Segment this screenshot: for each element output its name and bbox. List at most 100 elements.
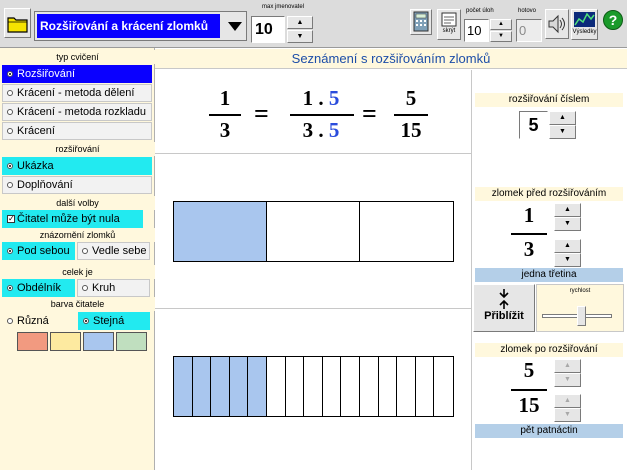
checkbox-icon: ✓: [7, 214, 15, 223]
radio-icon: [7, 71, 13, 77]
color-swatch-yellow[interactable]: [50, 332, 81, 351]
calculator-icon: [413, 11, 429, 32]
after-numerator-down: ▼: [554, 373, 581, 387]
after-denominator: 15: [518, 393, 540, 417]
exercise-type-reduce[interactable]: Krácení: [2, 122, 152, 140]
exercise-type-reduce-factorization[interactable]: Krácení - metoda rozkladu: [2, 103, 152, 121]
radio-icon: [7, 285, 13, 291]
exercise-type-reduce-division[interactable]: Krácení - metoda dělení: [2, 84, 152, 102]
whole-heading: celek je: [0, 265, 155, 279]
done-field: 0: [516, 19, 542, 42]
before-denominator: 3: [523, 237, 535, 261]
exercise-select-value: Rozšiřování a krácení zlomků: [37, 14, 220, 38]
bar-after-part: [379, 357, 397, 416]
bar-after-part: [397, 357, 416, 416]
bar-after-part: [434, 357, 453, 416]
speaker-icon: [548, 14, 565, 34]
expand-by-up[interactable]: ▲: [549, 111, 576, 125]
max-denominator-down[interactable]: ▼: [287, 30, 313, 43]
radio-icon: [7, 90, 13, 96]
expand-by-down[interactable]: ▼: [549, 125, 576, 139]
after-fraction-line: [511, 389, 547, 391]
expansion-mode-demo[interactable]: Ukázka: [2, 157, 152, 175]
task-count-up[interactable]: ▲: [490, 19, 512, 30]
radio-icon: [7, 248, 13, 254]
task-count-field[interactable]: 10: [464, 19, 489, 42]
fraction-bar-before: [173, 201, 454, 262]
bar-after-part: [248, 357, 267, 416]
left-numerator: 1: [219, 86, 231, 110]
numerator-zero-checkbox[interactable]: ✓ Čitatel může být nula: [2, 210, 143, 228]
display-heading: znázornění zlomků: [0, 228, 155, 242]
done-value: 0: [519, 23, 527, 38]
radio-icon: [7, 182, 13, 188]
color-swatch-blue[interactable]: [83, 332, 114, 351]
middle-numerator-factor: 5: [328, 86, 340, 110]
speed-slider-thumb[interactable]: [577, 306, 586, 326]
dropdown-arrow-icon[interactable]: [227, 20, 243, 32]
numerator-color-various[interactable]: Různá: [2, 312, 75, 330]
hide-label: skrýt: [442, 28, 456, 34]
expand-by-field[interactable]: 5: [519, 111, 548, 139]
results-button[interactable]: Výsledky: [571, 9, 598, 40]
right-denominator: 15: [400, 118, 422, 142]
zoom-button[interactable]: Přiblížit: [473, 284, 535, 332]
results-chart-icon: [574, 12, 595, 27]
calculator-button[interactable]: [410, 9, 432, 35]
before-denominator-down[interactable]: ▼: [554, 253, 581, 267]
sound-button[interactable]: [545, 9, 569, 39]
bar-before-part: [267, 202, 360, 261]
fraction-before-words: jedna třetina: [475, 268, 623, 282]
equals-sign-1: =: [254, 99, 269, 128]
bar-after-part: [211, 357, 230, 416]
fraction-before-label: zlomek před rozšiřováním: [475, 187, 623, 201]
max-denominator-up[interactable]: ▲: [287, 16, 313, 29]
before-numerator-down[interactable]: ▼: [554, 217, 581, 231]
radio-icon: [83, 318, 89, 324]
middle-denominator-base: 3 .: [302, 118, 329, 142]
max-denominator-field[interactable]: 10: [251, 16, 285, 43]
radio-icon: [82, 248, 88, 254]
help-button[interactable]: ?: [603, 10, 623, 30]
middle-denominator-factor: 5: [328, 118, 340, 142]
radio-icon: [82, 285, 88, 291]
fraction-bar-after: [173, 356, 454, 417]
help-icon: ?: [608, 12, 618, 28]
expand-by-value: 5: [528, 115, 539, 135]
hide-button[interactable]: skrýt: [437, 9, 461, 40]
fraction-after-words: pět patnáctin: [475, 424, 623, 438]
after-denominator-down: ▼: [554, 408, 581, 422]
display-mode-side-by-side[interactable]: Vedle sebe: [77, 242, 150, 260]
display-mode-stacked[interactable]: Pod sebou: [2, 242, 75, 260]
color-swatch-green[interactable]: [116, 332, 147, 351]
before-numerator-up[interactable]: ▲: [554, 203, 581, 217]
exercise-select[interactable]: Rozšiřování a krácení zlomků: [34, 11, 247, 41]
bar-after-part: [230, 357, 248, 416]
results-label: Výsledky: [572, 29, 597, 35]
bar-before-part: [360, 202, 453, 261]
bar-after-part: [323, 357, 341, 416]
numerator-color-same[interactable]: Stejná: [78, 312, 150, 330]
whole-mode-circle[interactable]: Kruh: [77, 279, 150, 297]
bar-after-part: [286, 357, 304, 416]
radio-icon: [7, 128, 13, 134]
equals-sign-2: =: [362, 99, 377, 128]
exercise-type-heading: typ cvičení: [0, 50, 155, 64]
done-label: hotovo: [518, 8, 537, 14]
right-numerator: 5: [405, 86, 417, 110]
bar-before-part: [174, 202, 267, 261]
numerator-color-heading: barva čitatele: [0, 297, 155, 311]
bar-after-part: [304, 357, 323, 416]
expansion-mode-fill-in[interactable]: Doplňování: [2, 176, 152, 194]
middle-numerator-base: 1 .: [302, 86, 329, 110]
whole-mode-rectangle[interactable]: Obdélník: [2, 279, 75, 297]
after-numerator-up: ▲: [554, 359, 581, 373]
before-denominator-up[interactable]: ▲: [554, 239, 581, 253]
bar-after-part: [193, 357, 211, 416]
color-swatch-red[interactable]: [17, 332, 48, 351]
exercise-type-expansion[interactable]: Rozšiřování: [2, 65, 152, 83]
open-folder-button[interactable]: [4, 8, 31, 38]
bar-after-part: [360, 357, 379, 416]
task-count-down[interactable]: ▼: [490, 31, 512, 42]
radio-icon: [7, 163, 13, 169]
